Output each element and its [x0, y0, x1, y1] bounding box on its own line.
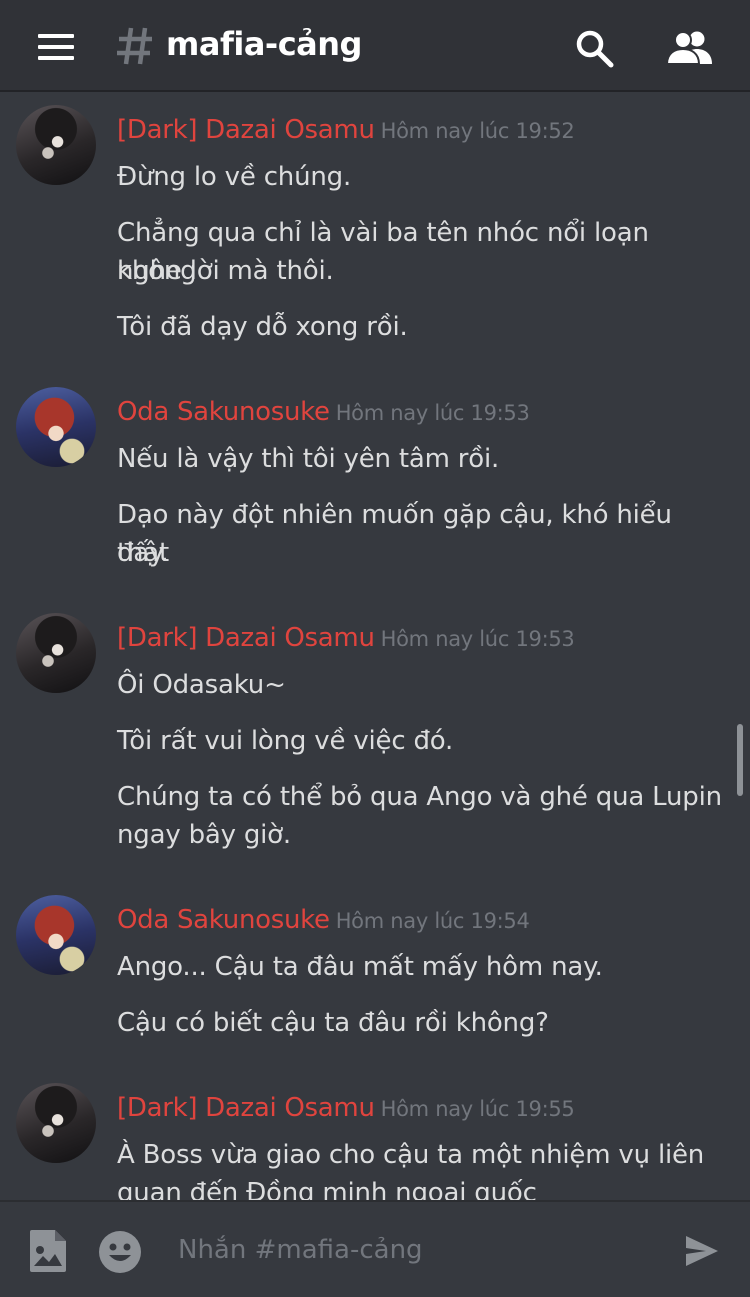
- message-text: Cậu có biết cậu ta đâu rồi không?: [117, 1008, 549, 1038]
- message-text: ngay bây giờ.: [117, 820, 291, 850]
- message-text: Đừng lo về chúng.: [117, 162, 352, 192]
- message-text: nghe lời mà thôi.: [117, 256, 334, 286]
- author-name[interactable]: Oda Sakunosuke: [117, 397, 330, 427]
- message-timestamp: Hôm nay lúc 19:52: [380, 119, 575, 143]
- members-icon[interactable]: [666, 30, 714, 64]
- hamburger-menu-icon[interactable]: [38, 34, 74, 60]
- message-input[interactable]: [178, 1230, 658, 1270]
- author-name[interactable]: [Dark] Dazai Osamu: [117, 623, 375, 653]
- message-text: Nếu là vậy thì tôi yên tâm rồi.: [117, 444, 500, 474]
- send-icon[interactable]: [684, 1234, 720, 1268]
- message-header: [Dark] Dazai Osamu Hôm nay lúc 19:52: [117, 115, 575, 145]
- avatar[interactable]: [16, 613, 96, 693]
- message-header: Oda Sakunosuke Hôm nay lúc 19:54: [117, 905, 530, 935]
- message-timestamp: Hôm nay lúc 19:54: [335, 909, 530, 933]
- message-text: Tôi rất vui lòng về việc đó.: [117, 726, 454, 756]
- hash-icon: [117, 27, 152, 65]
- author-name[interactable]: [Dark] Dazai Osamu: [117, 115, 375, 145]
- message-text: đấy.: [117, 538, 169, 568]
- avatar[interactable]: [16, 1083, 96, 1163]
- avatar[interactable]: [16, 105, 96, 185]
- scrollbar-thumb[interactable]: [737, 724, 743, 796]
- message-composer: [0, 1200, 750, 1297]
- message-text: Ango... Cậu ta đâu mất mấy hôm nay.: [117, 952, 603, 982]
- message-text: Tôi đã dạy dỗ xong rồi.: [117, 312, 408, 342]
- message-text: Chúng ta có thể bỏ qua Ango và ghé qua L…: [117, 782, 722, 812]
- message-list[interactable]: [Dark] Dazai Osamu Hôm nay lúc 19:52 Đừng…: [0, 92, 750, 1200]
- search-icon[interactable]: [574, 28, 614, 68]
- emoji-icon[interactable]: [98, 1230, 142, 1274]
- message-timestamp: Hôm nay lúc 19:55: [380, 1097, 575, 1121]
- author-name[interactable]: [Dark] Dazai Osamu: [117, 1093, 375, 1123]
- message-timestamp: Hôm nay lúc 19:53: [335, 401, 530, 425]
- message-text: quan đến Đồng minh ngoại quốc: [117, 1178, 537, 1200]
- image-upload-icon[interactable]: [28, 1228, 68, 1274]
- message-header: [Dark] Dazai Osamu Hôm nay lúc 19:55: [117, 1093, 575, 1123]
- avatar[interactable]: [16, 387, 96, 467]
- avatar[interactable]: [16, 895, 96, 975]
- message-timestamp: Hôm nay lúc 19:53: [380, 627, 575, 651]
- author-name[interactable]: Oda Sakunosuke: [117, 905, 330, 935]
- message-text: Ôi Odasaku~: [117, 670, 286, 700]
- message-text: À Boss vừa giao cho cậu ta một nhiệm vụ …: [117, 1140, 705, 1170]
- channel-header: mafia-cảng: [0, 0, 750, 92]
- channel-name: mafia-cảng: [166, 25, 362, 63]
- message-header: [Dark] Dazai Osamu Hôm nay lúc 19:53: [117, 623, 575, 653]
- message-header: Oda Sakunosuke Hôm nay lúc 19:53: [117, 397, 530, 427]
